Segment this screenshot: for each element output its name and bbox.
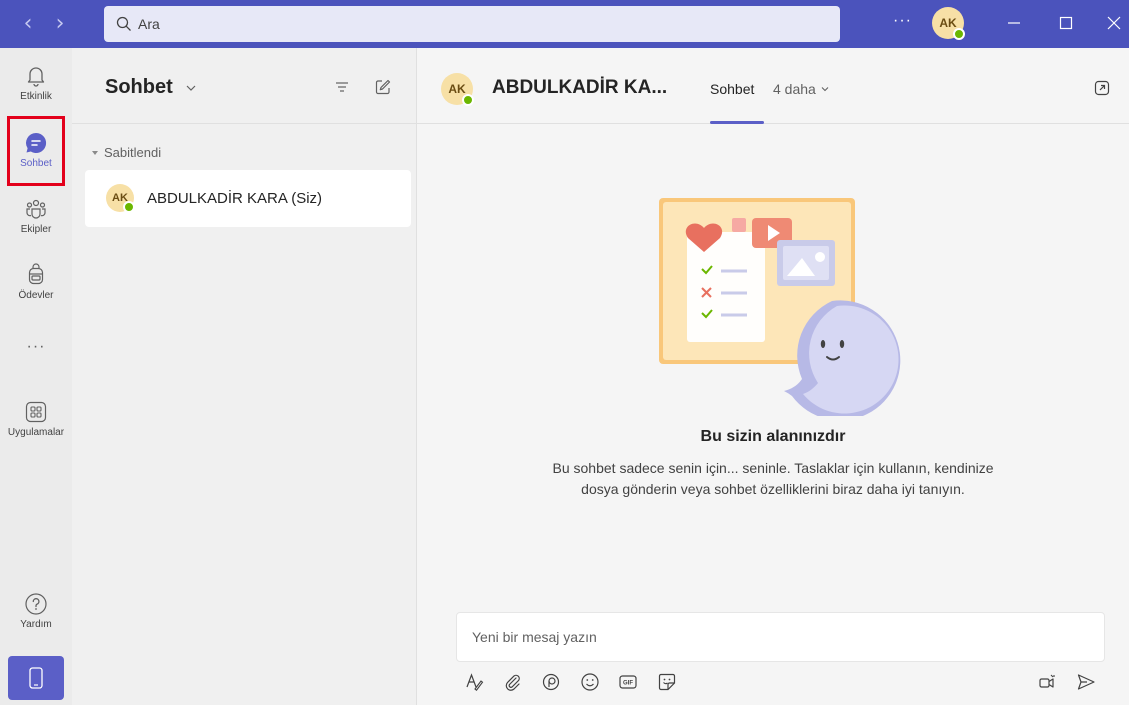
phone-icon bbox=[29, 667, 43, 689]
rail-item-activity[interactable]: Etkinlik bbox=[0, 58, 72, 118]
chat-main-pane: AK ABDULKADİR KA... Sohbet 4 daha Bu siz… bbox=[417, 48, 1129, 705]
rail-label-apps: Uygulamalar bbox=[7, 427, 65, 438]
gif-icon: GIF bbox=[619, 675, 637, 689]
rail-item-help[interactable]: Yardım bbox=[0, 586, 72, 646]
empty-state-body: Bu sohbet sadece senin için... seninle. … bbox=[552, 460, 994, 497]
gif-label: GIF bbox=[623, 681, 633, 687]
forward-button[interactable]: › bbox=[46, 9, 74, 39]
user-initials: AK bbox=[939, 16, 957, 30]
rail-item-teams[interactable]: Ekipler bbox=[0, 191, 72, 251]
pinned-section-label: Sabitlendi bbox=[104, 145, 162, 160]
chevron-down-icon bbox=[821, 87, 829, 92]
message-placeholder: Yeni bir mesaj yazın bbox=[472, 629, 597, 645]
minimize-button[interactable] bbox=[997, 8, 1031, 38]
video-camera-icon bbox=[1039, 674, 1055, 688]
emoji-icon bbox=[581, 673, 599, 691]
contact-name[interactable]: ABDULKADİR KA... bbox=[492, 77, 667, 99]
format-text-icon bbox=[466, 673, 484, 691]
title-bar: ‹ › Ara ··· AK bbox=[0, 0, 1129, 48]
emoji-button[interactable] bbox=[580, 672, 600, 692]
format-button[interactable] bbox=[464, 672, 484, 692]
chat-list-item[interactable]: AK ABDULKADİR KARA (Siz) bbox=[85, 170, 411, 227]
search-placeholder: Ara bbox=[138, 16, 160, 32]
avatar: AK bbox=[106, 184, 135, 213]
rail-item-assignments[interactable]: Ödevler bbox=[0, 257, 72, 317]
user-avatar[interactable]: AK bbox=[932, 7, 965, 40]
highlight-box bbox=[7, 116, 65, 186]
maximize-button[interactable] bbox=[1049, 8, 1083, 38]
search-icon bbox=[116, 16, 131, 31]
loop-icon bbox=[542, 673, 560, 691]
rail-item-apps[interactable]: Uygulamalar bbox=[0, 394, 72, 454]
rail-label-teams: Ekipler bbox=[20, 224, 52, 235]
mobile-app-button[interactable] bbox=[8, 656, 64, 700]
app-rail: Etkinlik Sohbet Ekipler Ödevler ··· Uygu… bbox=[0, 48, 72, 705]
presence-available-icon bbox=[462, 94, 474, 106]
more-tabs-label: 4 daha bbox=[773, 81, 816, 97]
pinned-section-header[interactable]: Sabitlendi bbox=[92, 145, 161, 160]
tab-chat[interactable]: Sohbet bbox=[710, 81, 754, 97]
presence-available-icon bbox=[123, 201, 135, 213]
search-input[interactable]: Ara bbox=[104, 6, 840, 42]
collapse-triangle-icon bbox=[92, 150, 98, 155]
minimize-icon bbox=[1008, 22, 1020, 24]
chat-list-title[interactable]: Sohbet bbox=[105, 76, 173, 99]
rail-label-help: Yardım bbox=[20, 619, 52, 630]
empty-state-illustration bbox=[659, 198, 901, 416]
chat-list-pane: Sohbet Sabitlendi AK ABDULKADİR KARA (Si… bbox=[72, 48, 417, 705]
meet-now-button[interactable] bbox=[1037, 672, 1057, 692]
rail-label-activity: Etkinlik bbox=[20, 91, 52, 102]
pop-out-icon[interactable] bbox=[1094, 80, 1110, 96]
chevron-down-icon[interactable] bbox=[185, 82, 197, 94]
presence-available-icon bbox=[953, 28, 965, 40]
apps-icon bbox=[25, 401, 47, 423]
loop-button[interactable] bbox=[541, 672, 561, 692]
contact-avatar[interactable]: AK bbox=[441, 73, 474, 106]
message-compose-box[interactable]: Yeni bir mesaj yazın bbox=[456, 612, 1105, 662]
send-icon bbox=[1077, 674, 1095, 690]
rail-more-button[interactable]: ··· bbox=[0, 338, 72, 362]
chat-list-header: Sohbet bbox=[72, 48, 417, 124]
close-button[interactable] bbox=[1097, 8, 1129, 38]
new-chat-icon[interactable] bbox=[374, 78, 392, 96]
filter-icon[interactable] bbox=[334, 79, 350, 95]
gif-button[interactable]: GIF bbox=[618, 672, 638, 692]
paperclip-icon bbox=[505, 674, 520, 691]
close-icon bbox=[1107, 16, 1121, 30]
maximize-icon bbox=[1059, 16, 1073, 30]
more-options-button[interactable]: ··· bbox=[893, 12, 912, 30]
back-button[interactable]: ‹ bbox=[14, 9, 42, 39]
sticker-button[interactable] bbox=[657, 672, 677, 692]
send-button[interactable] bbox=[1076, 672, 1096, 692]
chat-item-name: ABDULKADİR KARA (Siz) bbox=[147, 190, 323, 207]
teams-icon bbox=[26, 199, 46, 219]
rail-label-assignments: Ödevler bbox=[18, 290, 54, 301]
attach-button[interactable] bbox=[503, 672, 523, 692]
sticker-icon bbox=[658, 673, 676, 691]
backpack-icon bbox=[28, 263, 44, 285]
help-icon bbox=[25, 593, 47, 615]
bell-icon bbox=[27, 67, 45, 87]
empty-state-title: Bu sizin alanınızdır bbox=[700, 428, 846, 445]
more-tabs-button[interactable]: 4 daha bbox=[773, 81, 830, 97]
contact-initials: AK bbox=[448, 82, 466, 96]
chat-header: AK ABDULKADİR KA... Sohbet 4 daha bbox=[417, 48, 1129, 124]
rail-more-glyph: ··· bbox=[26, 338, 46, 355]
active-tab-indicator bbox=[710, 121, 764, 124]
